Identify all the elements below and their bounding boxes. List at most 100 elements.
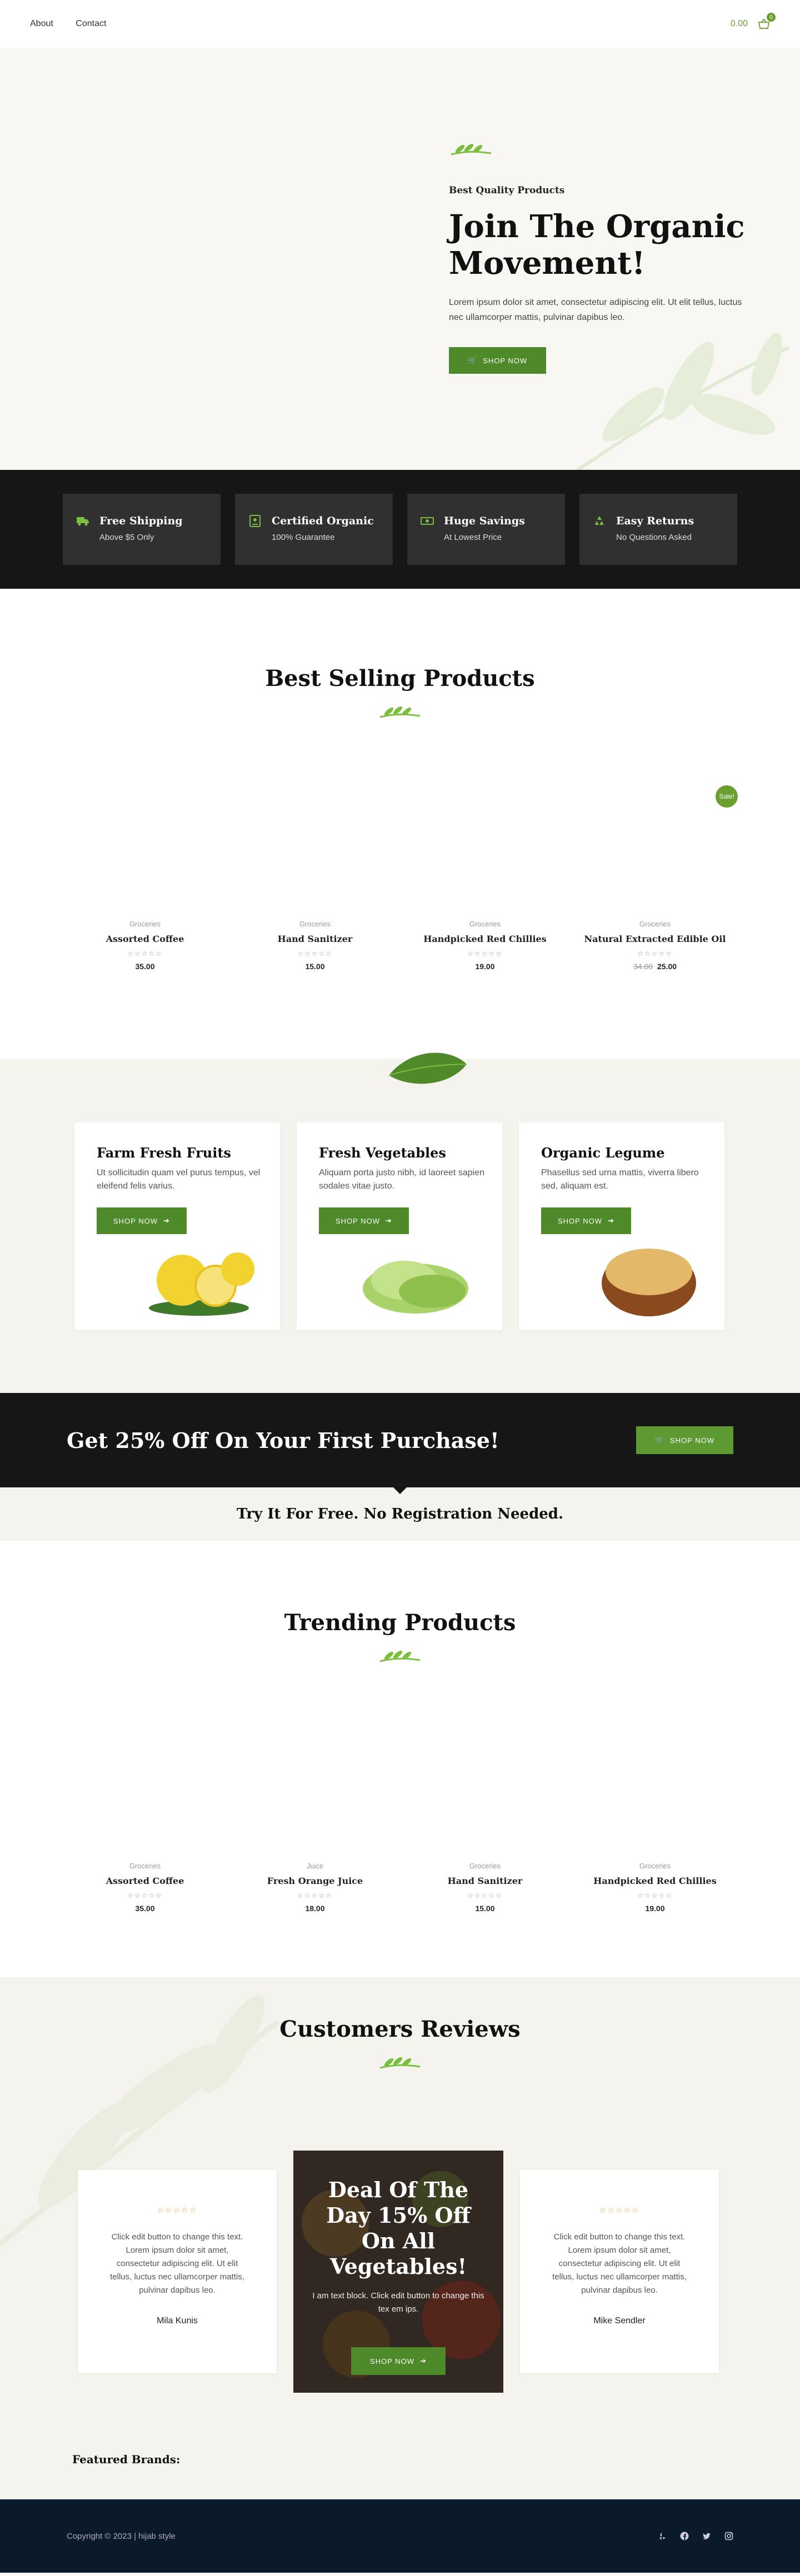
feature-title: Huge Savings <box>444 515 525 527</box>
cart[interactable]: 0.00 0 <box>731 13 776 29</box>
recycle-icon <box>595 516 604 525</box>
product-price: 19.00 <box>645 1904 665 1913</box>
feature-free-shipping: Free Shipping Above $5 Only <box>63 494 221 565</box>
nav-contact-link[interactable]: Contact <box>76 19 106 28</box>
hero-shop-now-button[interactable]: 🛒 SHOP NOW <box>449 347 547 374</box>
yelp-icon[interactable] <box>658 2532 667 2540</box>
review-card: ☆☆☆☆☆ Click edit button to change this t… <box>78 2170 277 2373</box>
page: About Contact 0.00 0 Best Quality Produc… <box>0 0 800 2573</box>
category-card-vegetables[interactable]: Fresh Vegetables Aliquam porta justo nib… <box>297 1122 502 1330</box>
category-title: Organic Legume <box>541 1145 665 1161</box>
nav-about-link[interactable]: About <box>30 19 53 28</box>
leaves-icon <box>451 143 492 156</box>
product-card[interactable]: Groceries Hand Sanitizer ☆☆☆☆☆ 15.00 <box>400 1862 570 1913</box>
category-shop-now-label: SHOP NOW <box>336 1216 380 1225</box>
deal-shop-now-button[interactable]: SHOP NOW ➔ <box>351 2347 446 2375</box>
facebook-icon[interactable] <box>680 2532 689 2540</box>
product-card[interactable]: Juice Fresh Orange Juice ☆☆☆☆☆ 18.00 <box>230 1862 400 1913</box>
product-price: 18.00 <box>305 1904 325 1913</box>
category-shop-now-label: SHOP NOW <box>113 1216 158 1225</box>
cart-icon: 🛒 <box>468 356 478 364</box>
twitter-icon[interactable] <box>702 2532 711 2540</box>
product-price: 15.00 <box>475 1904 495 1913</box>
deal-text: I am text block. Click edit button to ch… <box>312 2291 484 2314</box>
product-card[interactable]: Groceries Assorted Coffee ☆☆☆☆☆ 35.00 <box>60 1862 230 1913</box>
category-card-legume[interactable]: Organic Legume Phasellus sed urna mattis… <box>519 1122 724 1330</box>
category-text: Phasellus sed urna mattis, viverra liber… <box>541 1168 699 1191</box>
best-selling-title: Best Selling Products <box>265 665 535 691</box>
basket-icon[interactable]: 0 <box>758 13 776 29</box>
product-price: 35.00 <box>135 1904 155 1913</box>
product-card[interactable]: Groceries Natural Extracted Edible Oil ☆… <box>570 920 740 971</box>
feature-easy-returns: Easy Returns No Questions Asked <box>579 494 737 565</box>
product-category: Groceries <box>639 920 671 928</box>
deal-shop-now-label: SHOP NOW <box>370 2357 415 2365</box>
review-text: Click edit button to change this text. L… <box>110 2232 244 2295</box>
instagram-icon[interactable] <box>724 2532 733 2540</box>
rating-stars: ☆☆☆☆☆ <box>297 1892 333 1900</box>
copyright-text: Copyright © 2023 | hijab style <box>67 2531 176 2541</box>
product-price: 35.00 <box>135 962 155 971</box>
feature-certified-organic: Certified Organic 100% Guarantee <box>235 494 393 565</box>
cart-count-badge: 0 <box>767 13 776 22</box>
product-name[interactable]: Hand Sanitizer <box>230 934 400 944</box>
product-name[interactable]: Fresh Orange Juice <box>230 1876 400 1886</box>
cart-total[interactable]: 0.00 <box>731 19 748 29</box>
hero-section: Best Quality Products Join The Organic M… <box>0 48 800 470</box>
review-card: ☆☆☆☆☆ Click edit button to change this t… <box>520 2170 719 2373</box>
main-nav: About Contact <box>30 19 126 29</box>
category-text: Ut sollicitudin quam vel purus tempus, v… <box>97 1168 261 1191</box>
social-links <box>658 2532 733 2540</box>
category-text: Aliquam porta justo nibh, id laoreet sap… <box>319 1168 484 1191</box>
hero-content: Best Quality Products Join The Organic M… <box>449 141 749 374</box>
product-name[interactable]: Assorted Coffee <box>60 1876 230 1886</box>
feature-huge-savings: Huge Savings At Lowest Price <box>407 494 565 565</box>
promo-title: Get 25% Off On Your First Purchase! <box>67 1427 499 1453</box>
lettuce-image <box>363 1261 468 1314</box>
product-category: Juice <box>306 1862 324 1870</box>
product-name[interactable]: Hand Sanitizer <box>400 1876 570 1886</box>
product-card[interactable]: Groceries Hand Sanitizer ☆☆☆☆☆ 15.00 <box>230 920 400 971</box>
promo-shop-now-button[interactable]: 🛒 SHOP NOW <box>636 1426 733 1454</box>
chickpea-bowl-image <box>602 1249 696 1316</box>
leaf-icon <box>388 1053 467 1084</box>
arrow-right-icon: ➔ <box>608 1216 614 1225</box>
rating-stars: ☆☆☆☆☆ <box>127 950 163 958</box>
product-name[interactable]: Handpicked Red Chillies <box>400 934 570 944</box>
feature-subtitle: At Lowest Price <box>444 533 502 542</box>
money-icon <box>421 517 434 525</box>
sale-badge: Sale! <box>716 785 738 808</box>
product-name[interactable]: Handpicked Red Chillies <box>570 1876 740 1886</box>
product-category: Groceries <box>129 1862 161 1870</box>
product-name[interactable]: Assorted Coffee <box>60 934 230 944</box>
leaves-icon <box>379 1650 421 1662</box>
category-cards: Farm Fresh Fruits Ut sollicitudin quam v… <box>74 1122 724 1330</box>
hero-title: Join The Organic Movement! <box>449 208 745 282</box>
product-category: Groceries <box>299 920 331 928</box>
product-grid: Groceries Assorted Coffee ☆☆☆☆☆ 35.00 Ju… <box>60 1862 740 1913</box>
category-title: Farm Fresh Fruits <box>97 1145 231 1161</box>
hero-shop-now-label: SHOP NOW <box>483 356 528 365</box>
site-header: About Contact 0.00 0 <box>0 0 800 48</box>
lemons-image <box>149 1252 254 1316</box>
review-text: Click edit button to change this text. L… <box>552 2232 687 2295</box>
deal-title: Deal Of The Day 15% Off On All Vegetable… <box>326 2177 471 2279</box>
rating-stars: ☆☆☆☆☆ <box>467 950 503 958</box>
product-category: Groceries <box>469 920 501 928</box>
trending-section: Trending Products Groceries Assorted Cof… <box>0 1541 800 1977</box>
feature-subtitle: No Questions Asked <box>616 533 692 542</box>
try-free-banner: Try It For Free. No Registration Needed. <box>0 1487 800 1541</box>
product-name[interactable]: Natural Extracted Edible Oil <box>570 934 740 944</box>
rating-stars: ☆☆☆☆☆ <box>637 950 673 958</box>
product-card[interactable]: Groceries Assorted Coffee ☆☆☆☆☆ 35.00 <box>60 920 230 971</box>
product-card[interactable]: Groceries Handpicked Red Chillies ☆☆☆☆☆ … <box>400 920 570 971</box>
featured-brands-label: Featured Brands: <box>72 2453 181 2466</box>
product-grid: Groceries Assorted Coffee ☆☆☆☆☆ 35.00 Gr… <box>60 920 740 971</box>
product-category: Groceries <box>129 920 161 928</box>
site-footer: Copyright © 2023 | hijab style <box>0 2499 800 2573</box>
rating-stars: ☆☆☆☆☆ <box>127 1892 163 1900</box>
product-card[interactable]: Groceries Handpicked Red Chillies ☆☆☆☆☆ … <box>570 1862 740 1913</box>
category-card-fruits[interactable]: Farm Fresh Fruits Ut sollicitudin quam v… <box>74 1122 280 1330</box>
deal-of-the-day-card: Deal Of The Day 15% Off On All Vegetable… <box>293 2151 503 2393</box>
reviewer-name: Mike Sendler <box>593 2316 646 2326</box>
